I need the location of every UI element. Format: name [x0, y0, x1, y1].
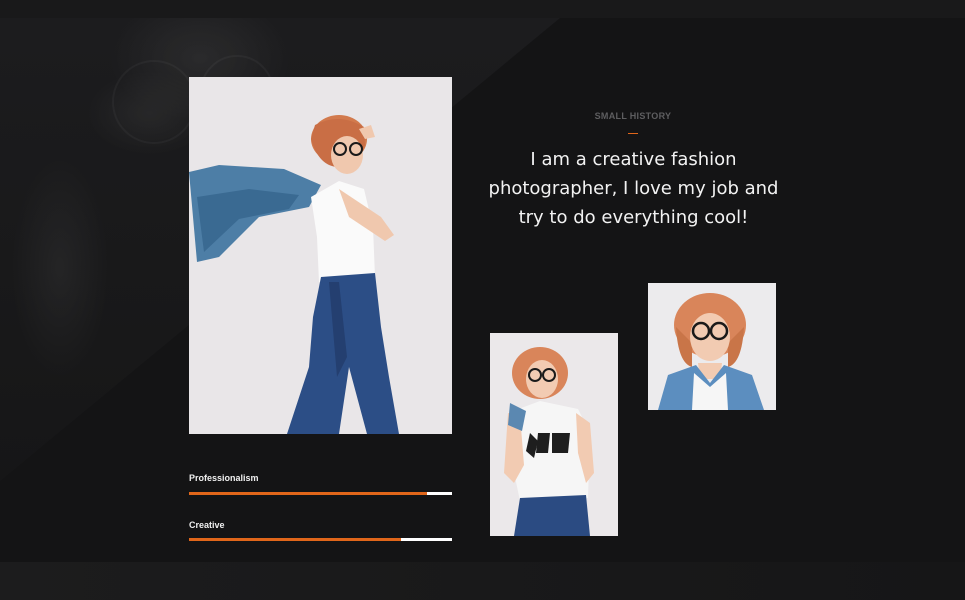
eyebrow-accent-line — [628, 133, 638, 134]
skill-fill-professionalism — [189, 492, 427, 495]
background-glasses-shape — [112, 60, 196, 144]
skill-bar-professionalism — [189, 492, 452, 495]
skill-label-professionalism: Professionalism — [189, 473, 259, 483]
background-bottom-band — [0, 562, 965, 600]
section-headline: I am a creative fashion photographer, I … — [488, 149, 779, 228]
skill-fill-creative — [189, 538, 401, 541]
standing-portrait-photo — [490, 333, 618, 536]
skill-bar-creative — [189, 538, 452, 541]
section-eyebrow: SMALL HISTORY — [594, 111, 672, 121]
about-section: SMALL HISTORY I am a creative fashion ph… — [0, 0, 965, 600]
closeup-portrait-photo — [648, 283, 776, 410]
skill-label-creative: Creative — [189, 520, 225, 530]
main-portrait-photo — [189, 77, 452, 434]
background-top-band — [0, 0, 965, 18]
